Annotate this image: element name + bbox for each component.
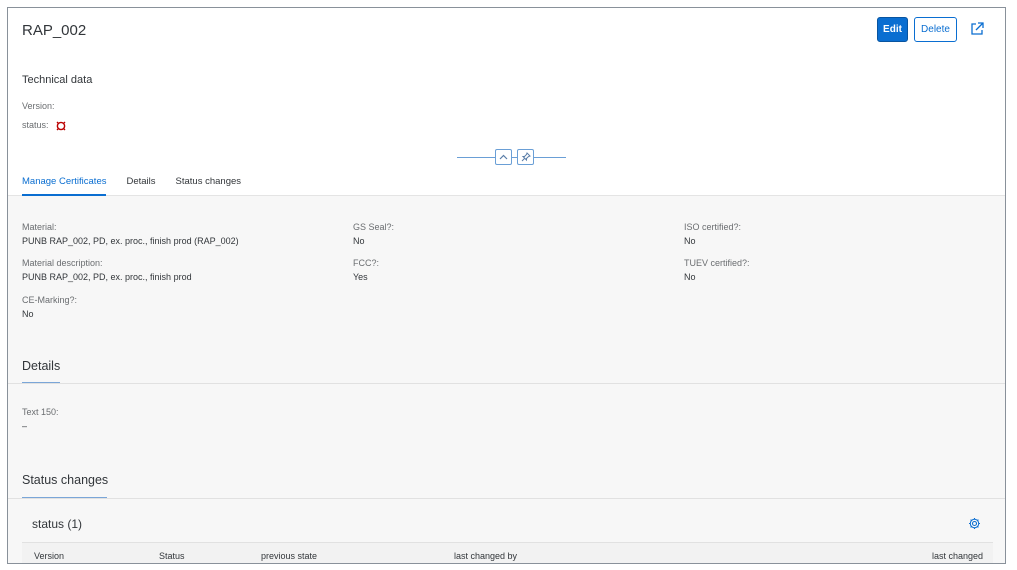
object-header: RAP_002 Edit Delete Technical data Versi…: [8, 8, 1005, 196]
status-changes-separator: [8, 498, 1005, 499]
details-section-title: Details: [22, 359, 61, 373]
material-description-value: PUNB RAP_002, PD, ex. proc., finish prod: [22, 272, 192, 282]
status-table-title: status (1): [32, 517, 83, 531]
pin-icon: [521, 152, 531, 162]
iso-certified-label: ISO certified?:: [684, 222, 742, 232]
object-page: RAP_002 Edit Delete Technical data Versi…: [7, 7, 1006, 564]
fcc-value: Yes: [353, 272, 368, 282]
share-icon[interactable]: [968, 20, 986, 38]
column-header-version[interactable]: Version: [34, 551, 64, 561]
gs-seal-label: GS Seal?:: [353, 222, 395, 232]
iso-certified-value: No: [684, 236, 696, 246]
pin-header-button[interactable]: [517, 149, 534, 165]
collapse-header-button[interactable]: [495, 149, 512, 165]
ce-marking-label: CE-Marking?:: [22, 295, 78, 305]
status-negative-icon: [55, 119, 67, 131]
status-changes-section-title: Status changes: [22, 473, 109, 487]
tuev-certified-label: TUEV certified?:: [684, 258, 750, 268]
edit-button[interactable]: Edit: [877, 17, 908, 42]
text150-value: –: [22, 421, 28, 431]
material-value: PUNB RAP_002, PD, ex. proc., finish prod…: [22, 236, 239, 246]
status-label: status:: [22, 120, 49, 130]
tuev-certified-value: No: [684, 272, 696, 282]
gear-icon[interactable]: [968, 517, 981, 530]
material-label: Material:: [22, 222, 57, 232]
column-header-status[interactable]: Status: [159, 551, 185, 561]
version-label: Version:: [22, 101, 55, 111]
tab-manage-certificates[interactable]: Manage Certificates: [22, 176, 107, 196]
chevron-up-icon: [499, 154, 508, 160]
material-description-label: Material description:: [22, 258, 103, 268]
column-header-last-changed-by[interactable]: last changed by: [454, 551, 517, 561]
page-title: RAP_002: [22, 22, 87, 39]
ce-marking-value: No: [22, 309, 34, 319]
gs-seal-value: No: [353, 236, 365, 246]
column-header-previous-state[interactable]: previous state: [261, 551, 317, 561]
fcc-label: FCC?:: [353, 258, 380, 268]
anchor-bar: Manage Certificates Details Status chang…: [22, 176, 261, 196]
technical-data-heading: Technical data: [22, 74, 93, 86]
tab-details[interactable]: Details: [126, 176, 155, 196]
column-header-last-changed[interactable]: last changed: [932, 551, 983, 561]
details-separator: [8, 383, 1005, 384]
text150-label: Text 150:: [22, 407, 59, 417]
header-divider-left: [457, 157, 495, 158]
header-divider-right: [534, 157, 566, 158]
tab-status-changes[interactable]: Status changes: [176, 176, 242, 196]
delete-button[interactable]: Delete: [914, 17, 957, 42]
